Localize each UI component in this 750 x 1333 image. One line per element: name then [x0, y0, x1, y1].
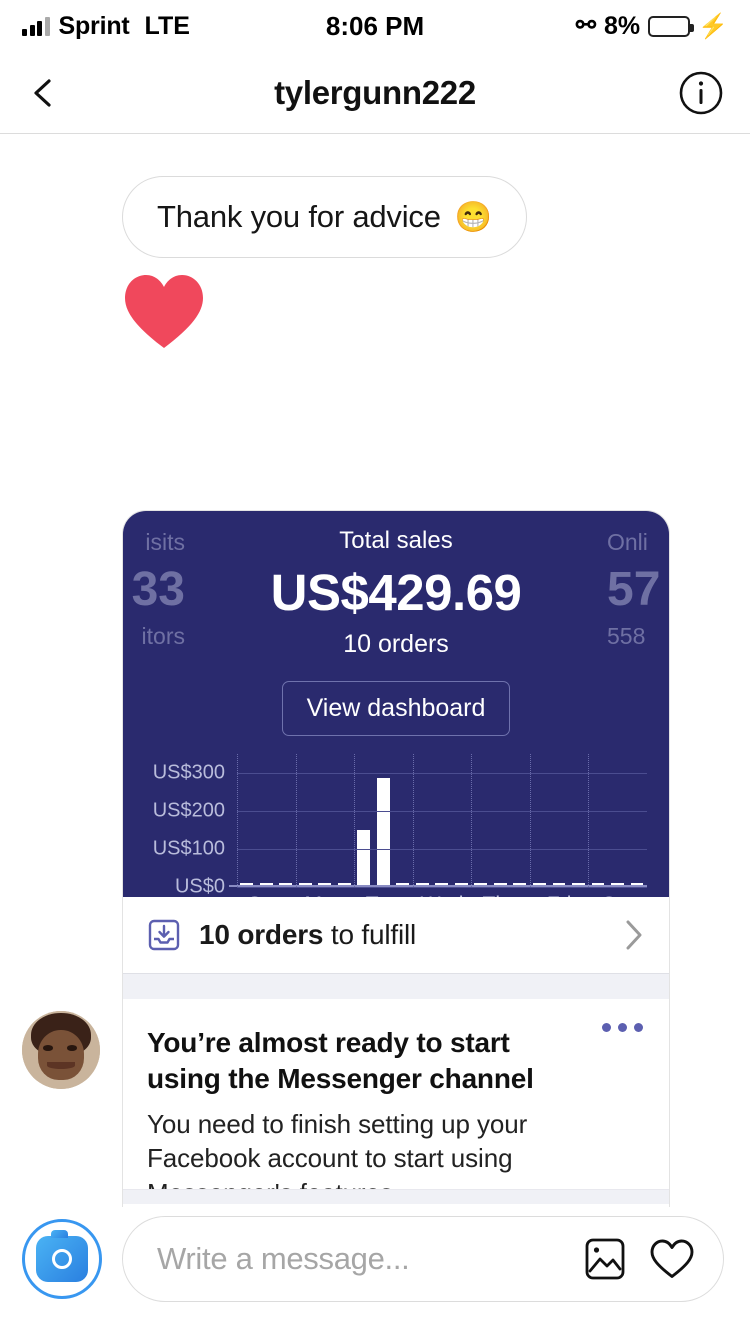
message-composer: [0, 1207, 750, 1333]
grinning-face-emoji: 😁: [454, 200, 492, 234]
chart-bar: [493, 883, 507, 885]
chart-day-separator: [588, 754, 590, 887]
chart-bar: [279, 883, 293, 885]
message-row: Thank you for advice 😁: [0, 176, 750, 258]
open-camera-button[interactable]: [22, 1219, 102, 1299]
chart-x-tick-label: Wed: [413, 893, 472, 897]
chart-bar: [591, 883, 605, 885]
status-bar-right: ⚯ 8% ⚡: [576, 12, 728, 41]
message-bubble[interactable]: Thank you for advice 😁: [122, 176, 527, 258]
notice-title: You’re almost ready to start using the M…: [147, 1027, 534, 1094]
analytics-hero: isits 33 itors Onli 57 558 Total sales U…: [123, 511, 669, 897]
search-input[interactable]: [157, 1241, 569, 1277]
orders-to-fulfill-row[interactable]: 10 orders to fulfill: [123, 897, 669, 973]
fulfill-text: 10 orders to fulfill: [199, 919, 416, 951]
chart-x-tick-label: Sun: [237, 893, 296, 897]
chart-bar: [532, 883, 546, 885]
page-title: tylergunn222: [274, 73, 476, 111]
status-bar-left: Sprint LTE: [22, 12, 190, 41]
chart-y-tick-label: US$300: [152, 761, 225, 784]
conversation-header: tylergunn222: [0, 52, 750, 134]
chart-gridline: [237, 849, 647, 851]
chart-bar: [259, 883, 273, 885]
chart-bar: [552, 883, 566, 885]
avatar: [22, 1011, 100, 1089]
network-type-label: LTE: [144, 11, 190, 40]
chart-gridline: [237, 811, 647, 813]
chart-bar: [474, 883, 488, 885]
message-thread: Thank you for advice 😁 isits 33 itors On…: [0, 134, 750, 1207]
next-card-peek: [123, 1189, 669, 1207]
chart-bar: [435, 883, 449, 885]
sales-bar-chart: US$0 US$100 US$200 US$300 SunMonTueWedThuFr…: [123, 754, 669, 897]
inbox-tray-icon: [148, 919, 180, 951]
chart-x-tick-label: Mon: [296, 893, 355, 897]
message-reaction[interactable]: [0, 258, 750, 352]
chart-y-tick-label: US$0: [174, 875, 225, 898]
chart-day-separator: [295, 754, 297, 887]
chart-bar: [357, 830, 371, 885]
chart-bar: [337, 883, 351, 885]
bluetooth-icon: ⚯: [575, 12, 596, 39]
status-bar: Sprint LTE 8:06 PM ⚯ 8% ⚡: [0, 0, 750, 52]
message-text: Thank you for advice: [157, 199, 441, 234]
chart-bar: [513, 883, 527, 885]
chart-x-axis-labels: SunMonTueWedThuFriSat: [237, 893, 647, 897]
photo-icon[interactable]: [583, 1237, 627, 1281]
fulfill-suffix: to fulfill: [323, 919, 417, 950]
chart-bar: [630, 883, 644, 885]
chart-day-separator: [354, 754, 356, 887]
chart-y-tick-label: US$200: [152, 799, 225, 822]
battery-percent-label: 8%: [603, 11, 641, 40]
heart-icon: [125, 275, 203, 348]
back-button[interactable]: [26, 76, 60, 110]
chart-bar: [611, 883, 624, 885]
chart-x-tick-label: Thu: [471, 893, 530, 897]
battery-icon: [648, 15, 695, 37]
lightning-bolt-icon: ⚡: [698, 12, 728, 40]
chart-bars: [237, 762, 647, 885]
orders-count-label: 10 orders: [343, 630, 449, 658]
chart-day-separator: [529, 754, 531, 887]
chart-x-tick-label: Tue: [354, 893, 413, 897]
chart-y-tick-label: US$100: [152, 837, 225, 860]
chart-day-separator: [471, 754, 473, 887]
chart-bar: [572, 883, 585, 885]
chart-x-tick-label: Sat: [588, 893, 647, 897]
composer-icons: [583, 1237, 695, 1281]
chart-day-separator: [237, 754, 238, 887]
info-circle-icon[interactable]: [678, 70, 724, 116]
total-sales-value: US$429.69: [270, 564, 522, 621]
chart-gridline: [237, 887, 647, 888]
view-dashboard-button[interactable]: View dashboard: [281, 681, 511, 736]
chart-gridline: [237, 773, 647, 775]
chart-bar: [396, 883, 410, 885]
shared-link-card[interactable]: isits 33 itors Onli 57 558 Total sales U…: [122, 510, 670, 1207]
chart-x-tick-label: Fri: [530, 893, 589, 897]
chart-bar: [298, 883, 312, 885]
carrier-label: Sprint: [58, 11, 130, 40]
chart-bar: [415, 883, 429, 885]
card-section-divider: [123, 973, 669, 999]
camera-icon: [36, 1230, 88, 1282]
chart-plot-area: US$0 US$100 US$200 US$300: [153, 754, 647, 897]
instagram-direct-message-screen: Sprint LTE 8:06 PM ⚯ 8% ⚡ tylergunn222 T…: [0, 0, 750, 1333]
total-sales-block: Total sales US$429.69 10 orders View das…: [123, 511, 669, 736]
peek-divider-band: [123, 1190, 669, 1204]
chart-day-separator: [412, 754, 414, 887]
total-sales-label: Total sales: [339, 527, 453, 554]
ellipsis-icon[interactable]: [602, 1023, 643, 1032]
chart-bar: [376, 777, 390, 885]
messenger-notice: You’re almost ready to start using the M…: [123, 999, 669, 1207]
message-input-field[interactable]: [122, 1216, 724, 1302]
chart-bar: [318, 883, 332, 885]
chart-bar: [240, 883, 253, 885]
chart-bar: [454, 883, 468, 885]
heart-outline-icon[interactable]: [649, 1238, 695, 1280]
fulfill-count: 10 orders: [199, 919, 324, 950]
chevron-right-icon: [626, 920, 642, 950]
cellular-signal-icon: [22, 16, 50, 36]
